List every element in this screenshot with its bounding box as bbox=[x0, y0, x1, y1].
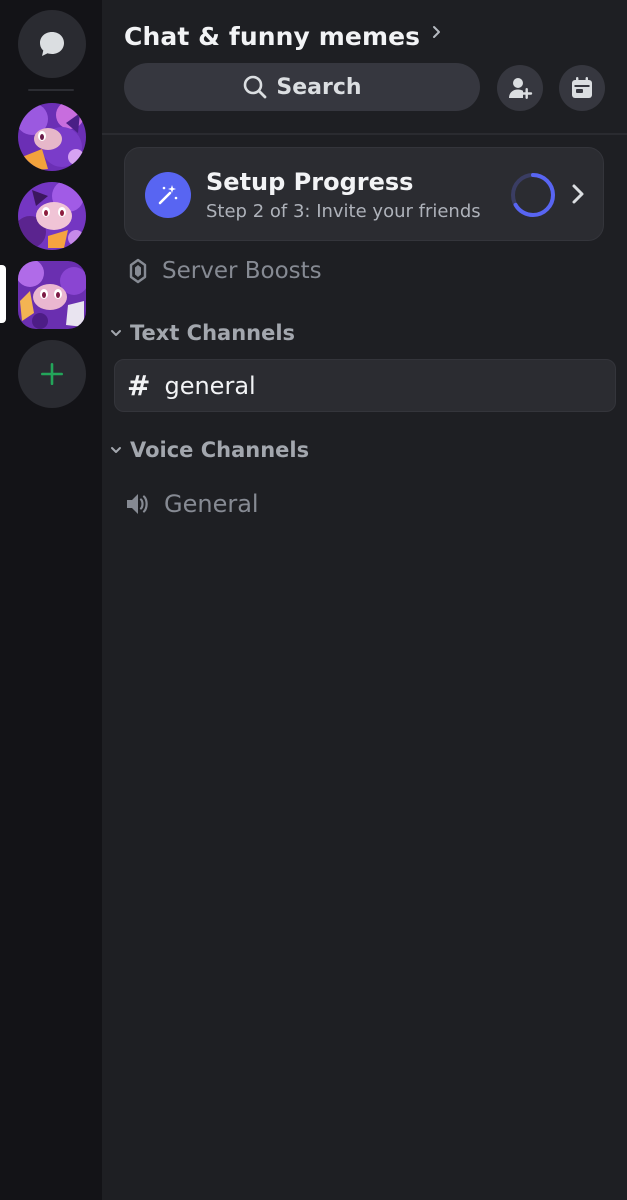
setup-subtitle: Step 2 of 3: Invite your friends bbox=[206, 201, 481, 222]
chevron-right-icon bbox=[433, 26, 441, 38]
voice-channel-label: General bbox=[164, 490, 259, 518]
chevron-right-icon bbox=[572, 184, 584, 204]
speaker-icon bbox=[127, 494, 148, 514]
server-icon-2[interactable] bbox=[18, 182, 86, 250]
setup-title: Setup Progress bbox=[206, 168, 414, 196]
server-avatar-image bbox=[18, 103, 86, 171]
server-icon-1[interactable] bbox=[18, 103, 86, 171]
search-label: Search bbox=[276, 74, 362, 100]
progress-ring bbox=[511, 173, 555, 217]
search-button[interactable]: Search bbox=[124, 63, 480, 111]
add-server-button[interactable] bbox=[18, 340, 86, 408]
server-boosts-label: Server Boosts bbox=[162, 258, 322, 284]
setup-badge bbox=[145, 172, 191, 218]
selected-server-indicator bbox=[0, 265, 6, 323]
channel-panel: Chat & funny memes Search Setup Progress… bbox=[102, 0, 627, 1200]
category-text-channels[interactable]: Text Channels bbox=[110, 318, 295, 348]
server-rail bbox=[0, 0, 102, 1200]
discord-app: Chat & funny memes Search Setup Progress… bbox=[0, 0, 627, 1200]
category-label: Text Channels bbox=[130, 321, 296, 345]
add-user-icon bbox=[509, 78, 533, 99]
server-avatar-image bbox=[18, 182, 86, 250]
channel-general[interactable]: # general bbox=[114, 359, 616, 412]
channel-label: general bbox=[164, 371, 256, 400]
server-name: Chat & funny memes bbox=[124, 21, 421, 51]
rail-divider bbox=[28, 89, 74, 91]
server-avatar-image bbox=[18, 261, 86, 329]
invite-members-button[interactable] bbox=[497, 65, 543, 111]
header-divider bbox=[102, 133, 627, 135]
voice-channel-general[interactable]: General bbox=[124, 486, 259, 522]
category-label: Voice Channels bbox=[130, 438, 310, 462]
calendar-icon bbox=[572, 77, 592, 98]
hash-icon: # bbox=[127, 368, 151, 402]
events-button[interactable] bbox=[559, 65, 605, 111]
plus-icon bbox=[41, 363, 63, 385]
direct-messages-button[interactable] bbox=[18, 10, 86, 78]
chat-bubble-icon bbox=[40, 32, 64, 56]
server-icon-3-selected[interactable] bbox=[18, 261, 86, 329]
setup-progress-card[interactable]: Setup Progress Step 2 of 3: Invite your … bbox=[124, 147, 604, 241]
category-voice-channels[interactable]: Voice Channels bbox=[110, 435, 309, 465]
chevron-down-icon bbox=[111, 447, 121, 453]
chevron-down-icon bbox=[111, 330, 121, 336]
server-header[interactable]: Chat & funny memes bbox=[124, 18, 442, 54]
boost-gem-icon bbox=[129, 258, 147, 284]
server-boosts-row[interactable]: Server Boosts bbox=[128, 254, 322, 288]
magic-wand-icon bbox=[158, 185, 178, 205]
search-icon bbox=[244, 75, 267, 99]
